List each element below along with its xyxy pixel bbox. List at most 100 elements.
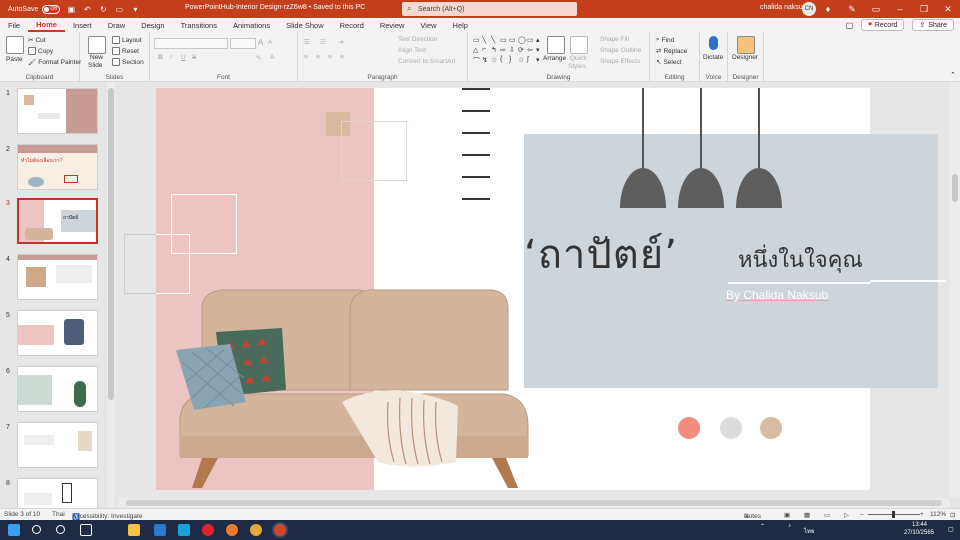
search-taskbar-icon[interactable] <box>32 525 41 534</box>
thumbnail-row[interactable]: 2 ทำไมต้องเลือกเรา? <box>0 144 108 196</box>
search-box[interactable]: ⌕ Search (Alt+Q) <box>402 2 577 16</box>
format-painter-button[interactable]: 🖌 Format Painter <box>28 58 81 67</box>
center-align-icon[interactable]: ≡ <box>316 54 320 61</box>
highlight-icon[interactable]: ✎ <box>256 54 261 62</box>
right-align-icon[interactable]: ≡ <box>328 54 332 61</box>
paste-icon[interactable] <box>6 36 24 54</box>
reading-view-icon[interactable]: ▭ <box>824 511 830 519</box>
select-button[interactable]: ↖ Select <box>656 58 682 67</box>
slide-sorter-icon[interactable]: ▦ <box>804 511 810 519</box>
shape-fill-button[interactable]: Shape Fill <box>600 36 629 43</box>
paste-button[interactable]: Paste <box>6 56 23 63</box>
thumbnail-row[interactable]: 6 <box>0 366 108 418</box>
tab-file[interactable]: File <box>0 18 28 32</box>
grow-font-button[interactable]: A <box>258 38 263 47</box>
dictate-button[interactable]: Dictate <box>703 54 723 61</box>
microphone-icon[interactable] <box>709 36 718 50</box>
slide-scroll-thumb[interactable] <box>952 174 958 202</box>
horizontal-scroll-thumb[interactable] <box>126 500 942 506</box>
slide[interactable]: ‘ถาปัตย์’ หนึ่งในใจคุณ By Chalida Naksub <box>156 88 870 490</box>
tab-design[interactable]: Design <box>133 18 172 32</box>
find-button[interactable]: ⌕ Find <box>656 36 674 44</box>
mail-icon[interactable] <box>154 524 166 536</box>
tab-animations[interactable]: Animations <box>225 18 278 32</box>
slide-subtitle[interactable]: หนึ่งในใจคุณ <box>738 242 863 277</box>
tray-volume-icon[interactable]: ♪ <box>788 523 791 529</box>
fit-slide-icon[interactable]: ⊡ <box>950 511 955 519</box>
cortana-icon[interactable] <box>56 525 65 534</box>
clock-date[interactable]: 27/10/2565 <box>904 530 934 536</box>
zoom-slider-thumb[interactable] <box>892 511 895 518</box>
zoom-level[interactable]: 112% <box>930 511 946 518</box>
indent-icon[interactable]: ⇥ <box>338 38 343 46</box>
powerpoint-icon[interactable] <box>274 524 286 536</box>
present-icon[interactable]: ▭ <box>114 4 124 14</box>
chrome-icon[interactable] <box>250 524 262 536</box>
arrange-icon[interactable] <box>547 36 565 54</box>
new-slide-button-line2[interactable]: Slide <box>88 62 102 69</box>
shapes-gallery[interactable]: ▭ ╲ ╲ ▭ ▭ ◯ ▭ ▴ △ ⌐ ↰ ⇨ ⇩ ⟳ ⇦ ▾ ⌒ ↯ ☆{} ☆ ∫ ▾ <box>473 36 541 66</box>
font-name-box[interactable] <box>154 38 228 49</box>
thumbnail-row[interactable]: 4 <box>0 254 108 306</box>
comments-icon[interactable]: ▢ <box>846 21 854 30</box>
quick-styles-icon[interactable] <box>570 36 588 54</box>
photos-icon[interactable] <box>178 524 190 536</box>
undo-icon[interactable]: ↶ <box>82 4 92 14</box>
underline-button[interactable]: U <box>181 54 186 61</box>
thumbnail-slide-2[interactable]: ทำไมต้องเลือกเรา? <box>17 144 98 190</box>
left-align-icon[interactable]: ≡ <box>304 54 308 61</box>
opera-icon[interactable] <box>202 524 214 536</box>
file-explorer-icon[interactable] <box>128 524 140 536</box>
tab-home[interactable]: Home <box>28 18 65 32</box>
pen-icon[interactable]: ✎ <box>840 4 864 15</box>
thumbnail-row[interactable]: 5 <box>0 310 108 362</box>
strike-button[interactable]: S <box>192 54 196 61</box>
thumbnail-row[interactable]: 3 ถาปัตย์ <box>0 198 108 250</box>
share-button[interactable]: ⇪ Share <box>912 19 954 31</box>
cut-button[interactable]: ✂ Cut <box>28 36 46 45</box>
quick-styles-button[interactable]: Quick <box>570 55 587 62</box>
new-slide-button[interactable]: New <box>90 54 103 61</box>
zoom-in-icon[interactable]: + <box>920 511 924 518</box>
numbering-icon[interactable]: ☷ <box>320 38 326 46</box>
quick-styles-button-line2[interactable]: Styles <box>568 63 586 70</box>
diamond-icon[interactable]: ♦ <box>816 4 840 14</box>
thumbnail-row[interactable]: 7 <box>0 422 108 474</box>
slideshow-view-icon[interactable]: ▷ <box>844 511 849 519</box>
new-slide-icon[interactable] <box>88 36 106 54</box>
thumbnail-slide-7[interactable] <box>17 422 98 468</box>
thumbnail-scrollbar[interactable] <box>107 82 115 508</box>
slide-scrollbar[interactable] <box>950 82 960 498</box>
thumbnail-slide-1[interactable] <box>17 88 98 134</box>
slide-title[interactable]: ‘ถาปัตย์’ <box>524 222 678 286</box>
tray-network-icon[interactable]: ⌃ <box>760 523 765 530</box>
replace-button[interactable]: ⇄ Replace <box>656 47 687 56</box>
layout-button[interactable]: Layout <box>112 36 142 44</box>
input-language[interactable]: ไทย <box>804 526 815 536</box>
shrink-font-button[interactable]: A <box>268 39 272 46</box>
windows-start-icon[interactable] <box>8 524 20 536</box>
thumbnail-slide-5[interactable] <box>17 310 98 356</box>
task-view-icon[interactable] <box>80 524 92 536</box>
record-button[interactable]: ⏺ Record <box>861 19 905 31</box>
zoom-out-icon[interactable]: – <box>860 511 864 518</box>
notification-icon[interactable]: ▢ <box>948 526 954 533</box>
customize-qat-icon[interactable]: ▾ <box>130 4 140 14</box>
firefox-icon[interactable] <box>226 524 238 536</box>
autosave-toggle[interactable]: AutoSave Off <box>8 4 61 14</box>
tab-view[interactable]: View <box>412 18 444 32</box>
designer-icon[interactable] <box>737 36 755 54</box>
normal-view-icon[interactable]: ▣ <box>784 511 790 519</box>
user-name[interactable]: chalida naksup <box>760 4 807 11</box>
shape-effects-button[interactable]: Shape Effects <box>600 58 640 65</box>
convert-smartart-button[interactable]: Convert to SmartArt <box>398 58 455 65</box>
autosave-switch[interactable]: Off <box>42 4 61 14</box>
copy-button[interactable]: Copy <box>28 47 53 55</box>
justify-icon[interactable]: ≡ <box>340 54 344 61</box>
thumbnail-slide-3[interactable]: ถาปัตย์ <box>17 198 98 244</box>
tab-help[interactable]: Help <box>445 18 476 32</box>
slide-byline[interactable]: By Chalida Naksub <box>726 288 828 302</box>
thumbnail-scroll-thumb[interactable] <box>108 88 114 400</box>
bold-button[interactable]: B <box>158 54 163 61</box>
collapse-ribbon-icon[interactable]: ⌃ <box>950 71 956 79</box>
